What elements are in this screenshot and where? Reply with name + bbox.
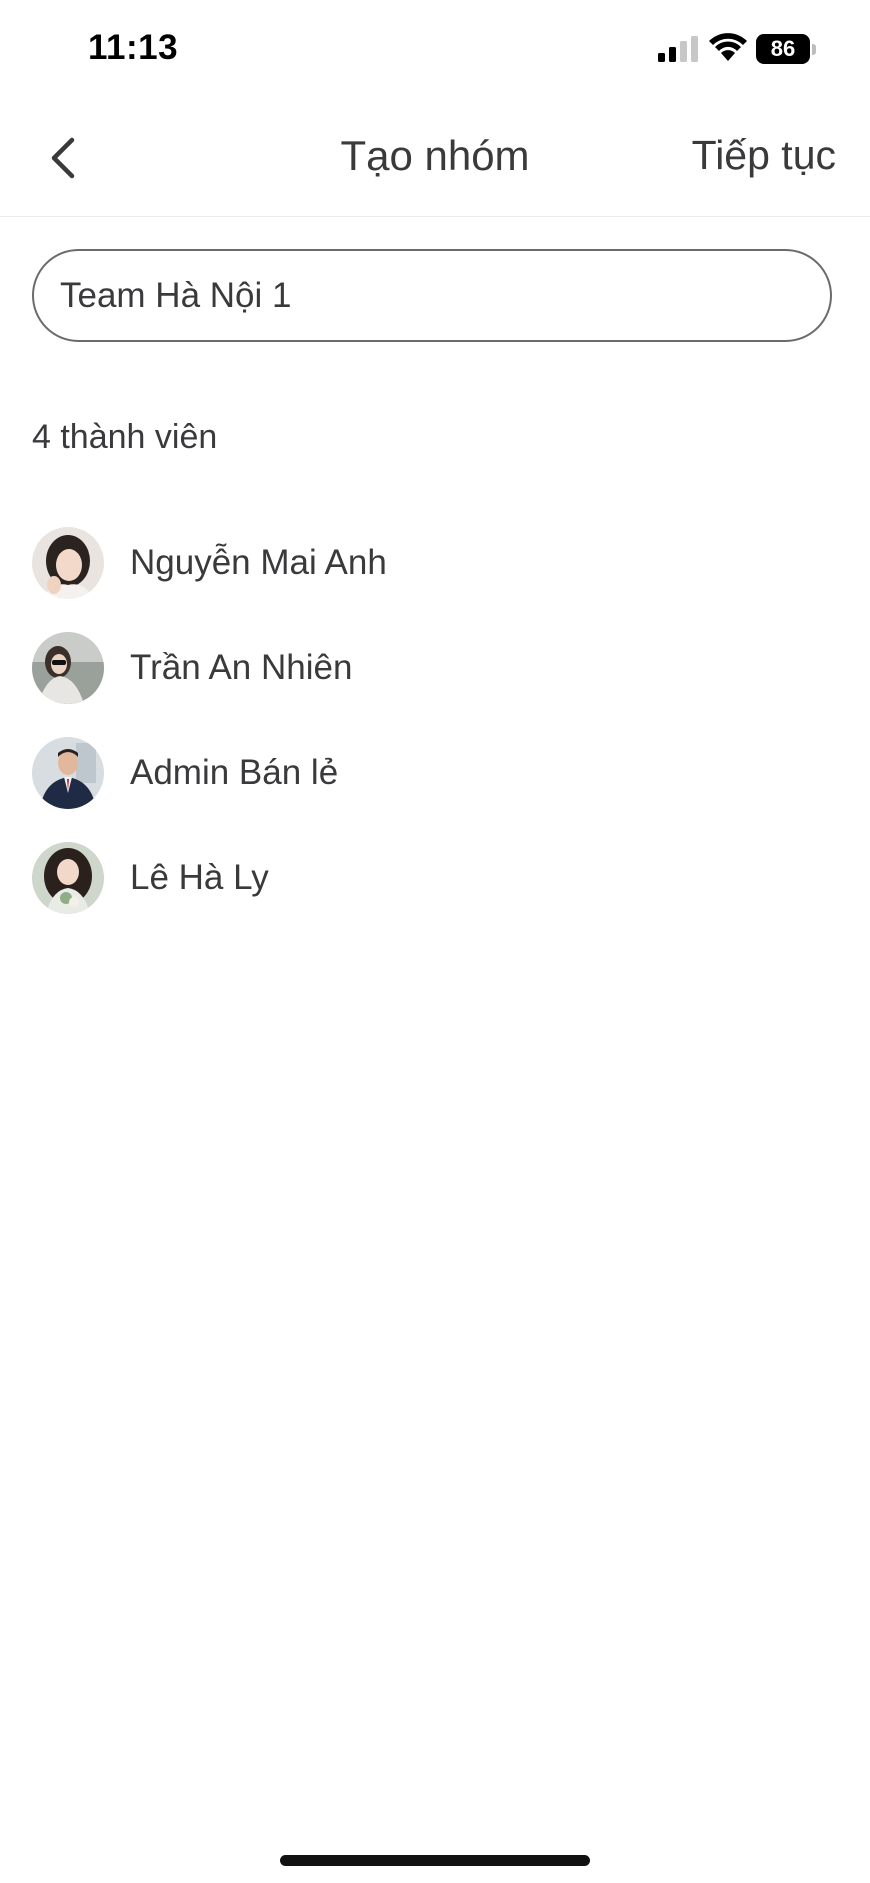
avatar-photo bbox=[32, 841, 104, 914]
member-list: Nguyễn Mai Anh Trần An Nhiên Admin Bán l… bbox=[32, 510, 838, 930]
member-name: Admin Bán lẻ bbox=[130, 752, 339, 792]
avatar bbox=[32, 631, 104, 704]
wifi-icon bbox=[709, 33, 747, 61]
list-item[interactable]: Admin Bán lẻ bbox=[32, 720, 838, 825]
battery-level: 86 bbox=[756, 34, 810, 64]
status-bar: 11:13 86 bbox=[0, 0, 870, 100]
list-item[interactable]: Trần An Nhiên bbox=[32, 615, 838, 720]
avatar-photo bbox=[32, 526, 104, 599]
nav-header: Tạo nhóm Tiếp tục bbox=[0, 100, 870, 217]
list-item[interactable]: Nguyễn Mai Anh bbox=[32, 510, 838, 615]
status-time: 11:13 bbox=[88, 28, 179, 67]
list-item[interactable]: Lê Hà Ly bbox=[32, 825, 838, 930]
avatar-photo bbox=[32, 631, 104, 704]
home-indicator[interactable] bbox=[280, 1855, 590, 1866]
group-name-input[interactable] bbox=[32, 249, 832, 342]
avatar bbox=[32, 841, 104, 914]
avatar bbox=[32, 526, 104, 599]
continue-button[interactable]: Tiếp tục bbox=[692, 132, 836, 179]
member-name: Trần An Nhiên bbox=[130, 647, 353, 687]
member-name: Nguyễn Mai Anh bbox=[130, 542, 387, 582]
avatar bbox=[32, 736, 104, 809]
member-name: Lê Hà Ly bbox=[130, 857, 269, 897]
avatar-photo bbox=[32, 736, 104, 809]
battery-cap bbox=[812, 44, 816, 55]
signal-icon bbox=[658, 36, 698, 62]
battery-icon: 86 bbox=[756, 34, 818, 64]
member-count: 4 thành viên bbox=[32, 418, 218, 456]
